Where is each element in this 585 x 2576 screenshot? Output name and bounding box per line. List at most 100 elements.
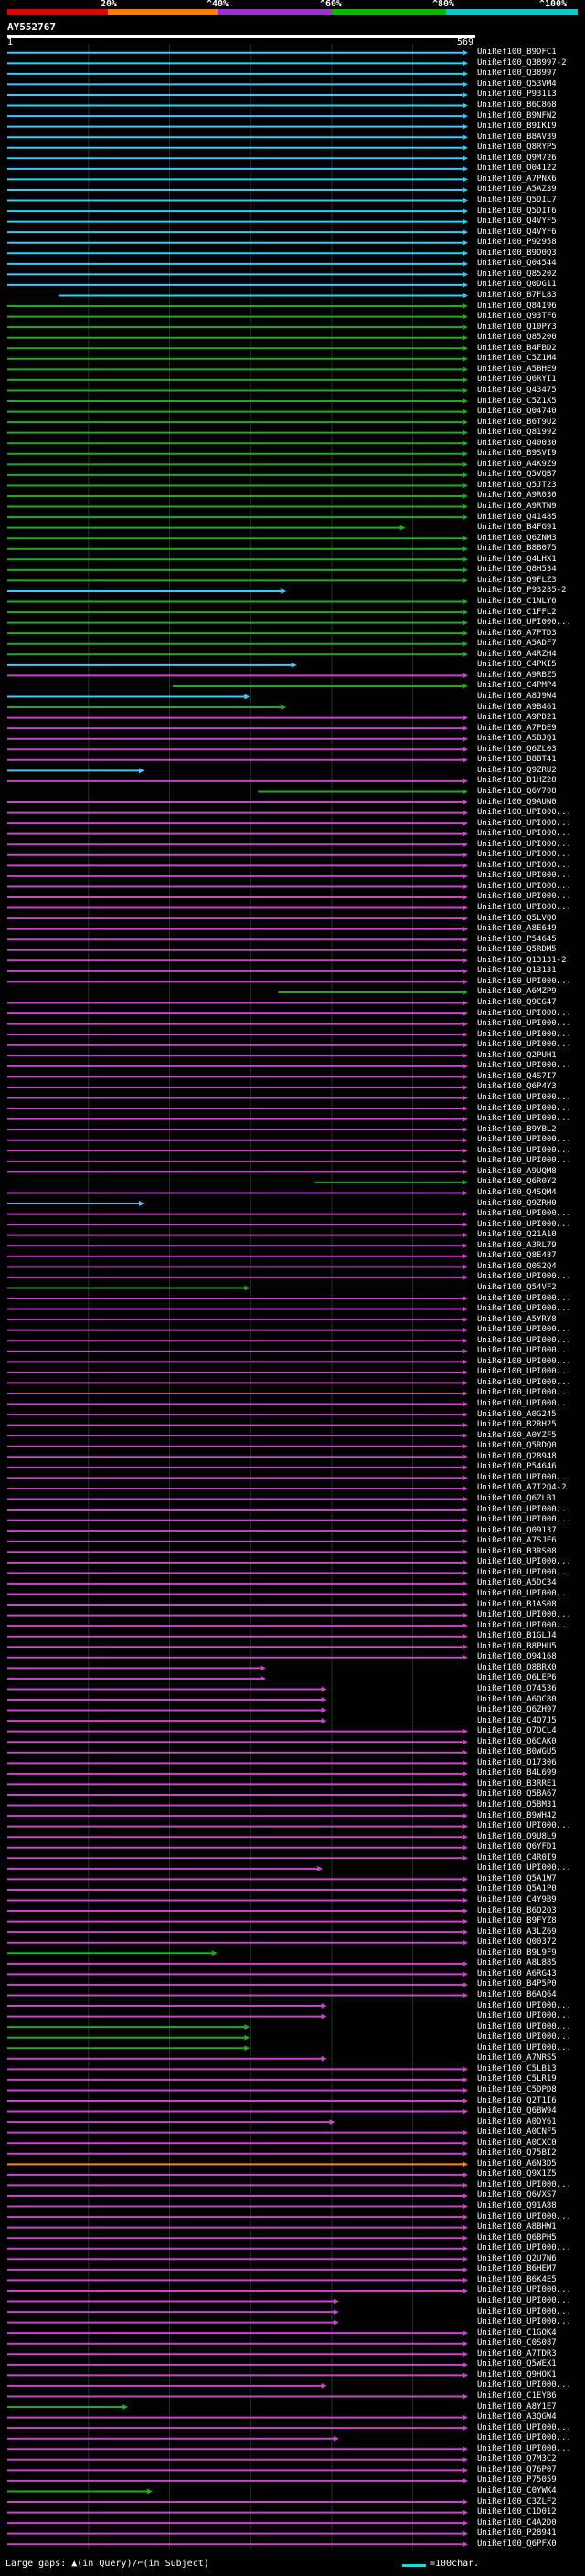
hit-label[interactable]: UniRef100_UPI000... <box>477 1062 571 1070</box>
hit-label[interactable]: UniRef100_Q81992 <box>477 429 557 437</box>
hit-label[interactable]: UniRef100_Q5LVQ0 <box>477 914 557 923</box>
hit-label[interactable]: UniRef100_B9SVI9 <box>477 450 557 458</box>
hit-label[interactable]: UniRef100_UPI000... <box>477 851 571 859</box>
hit-label[interactable]: UniRef100_Q6ZL03 <box>477 745 557 754</box>
hit-label[interactable]: UniRef100_UPI000... <box>477 1093 571 1102</box>
hit-label[interactable]: UniRef100_UPI000... <box>477 1273 571 1281</box>
hit-label[interactable]: UniRef100_UPI000... <box>477 1136 571 1144</box>
hit-label[interactable]: UniRef100_Q41485 <box>477 513 557 522</box>
hit-label[interactable]: UniRef100_Q5DIT6 <box>477 207 557 216</box>
hit-label[interactable]: UniRef100_Q6VXS7 <box>477 2191 557 2200</box>
hit-label[interactable]: UniRef100_A8J9W4 <box>477 692 557 701</box>
hit-label[interactable]: UniRef100_Q21A10 <box>477 1231 557 1239</box>
hit-label[interactable]: UniRef100_C5LR19 <box>477 2075 557 2083</box>
hit-label[interactable]: UniRef100_B4P5P0 <box>477 1980 557 1988</box>
hit-label[interactable]: UniRef100_B9NFN2 <box>477 111 557 121</box>
hit-label[interactable]: UniRef100_C5Z1X5 <box>477 397 557 406</box>
hit-label[interactable]: UniRef100_A0YZF5 <box>477 1431 557 1440</box>
hit-label[interactable]: UniRef100_UPI000... <box>477 2286 571 2295</box>
hit-label[interactable]: UniRef100_C1FFL2 <box>477 608 557 617</box>
hit-label[interactable]: UniRef100_B9YBL2 <box>477 1125 557 1134</box>
hit-label[interactable]: UniRef100_Q10PY3 <box>477 323 557 332</box>
hit-label[interactable]: UniRef100_UPI000... <box>477 1473 571 1482</box>
hit-label[interactable]: UniRef100_Q5WEX1 <box>477 2360 557 2369</box>
hit-label[interactable]: UniRef100_B6C868 <box>477 101 557 110</box>
hit-label[interactable]: UniRef100_P75059 <box>477 2476 557 2485</box>
hit-label[interactable]: UniRef100_Q6YFD1 <box>477 1843 557 1851</box>
hit-label[interactable]: UniRef100_P92958 <box>477 239 557 247</box>
hit-label[interactable]: UniRef100_A9RTN9 <box>477 503 557 511</box>
hit-label[interactable]: UniRef100_A5DC34 <box>477 1579 557 1587</box>
hit-label[interactable]: UniRef100_A0CXC0 <box>477 2138 557 2147</box>
hit-label[interactable]: UniRef100_A5YRY8 <box>477 1315 557 1324</box>
hit-label[interactable]: UniRef100_Q6PFX0 <box>477 2539 557 2549</box>
hit-label[interactable]: UniRef100_Q8E487 <box>477 1252 557 1260</box>
hit-label[interactable]: UniRef100_B9D0Q3 <box>477 249 557 258</box>
hit-label[interactable]: UniRef100_A7I2Q4-2 <box>477 1484 567 1492</box>
hit-label[interactable]: UniRef100_UPI000... <box>477 1220 571 1229</box>
hit-label[interactable]: UniRef100_Q9ZRH0 <box>477 1199 557 1208</box>
hit-label[interactable]: UniRef100_B9DFC1 <box>477 48 557 57</box>
hit-label[interactable]: UniRef100_C1NLY6 <box>477 598 557 606</box>
hit-label[interactable]: UniRef100_UPI000... <box>477 2244 571 2253</box>
hit-label[interactable]: UniRef100_Q17306 <box>477 1758 557 1767</box>
hit-label[interactable]: UniRef100_UPI000... <box>477 1009 571 1018</box>
hit-label[interactable]: UniRef100_Q2PUH1 <box>477 1051 557 1060</box>
hit-label[interactable]: UniRef100_Q09137 <box>477 1526 557 1535</box>
hit-label[interactable]: UniRef100_B1GLJ4 <box>477 1632 557 1640</box>
hit-label[interactable]: UniRef100_UPI000... <box>477 2012 571 2020</box>
hit-label[interactable]: UniRef100_Q6RYI1 <box>477 376 557 384</box>
hit-label[interactable]: UniRef100_A6N3D5 <box>477 2159 557 2168</box>
hit-label[interactable]: UniRef100_UPI000... <box>477 1041 571 1049</box>
hit-label[interactable]: UniRef100_Q6LEP6 <box>477 1674 557 1682</box>
hit-label[interactable]: UniRef100_B3RRE1 <box>477 1779 557 1788</box>
hit-label[interactable]: UniRef100_P54645 <box>477 935 557 944</box>
hit-label[interactable]: UniRef100_A9UQM8 <box>477 1167 557 1176</box>
hit-label[interactable]: UniRef100_Q4LHX1 <box>477 555 557 564</box>
hit-label[interactable]: UniRef100_UPI000... <box>477 1568 571 1577</box>
hit-label[interactable]: UniRef100_A0CNF5 <box>477 2128 557 2136</box>
hit-label[interactable]: UniRef100_UPI000... <box>477 2212 571 2221</box>
hit-label[interactable]: UniRef100_A5BHE9 <box>477 365 557 374</box>
hit-label[interactable]: UniRef100_UPI000... <box>477 1357 571 1366</box>
hit-label[interactable]: UniRef100_Q75BI2 <box>477 2149 557 2157</box>
hit-label[interactable]: UniRef100_B9FYZ8 <box>477 1917 557 1925</box>
hit-label[interactable]: UniRef100_Q2U7N6 <box>477 2254 557 2263</box>
hit-label[interactable]: UniRef100_Q7QCL4 <box>477 1727 557 1735</box>
hit-label[interactable]: UniRef100_UPI000... <box>477 1505 571 1514</box>
hit-label[interactable]: UniRef100_Q6ZH97 <box>477 1706 557 1714</box>
hit-label[interactable]: UniRef100_UPI000... <box>477 977 571 986</box>
hit-label[interactable]: UniRef100_P93113 <box>477 90 557 99</box>
hit-label[interactable]: UniRef100_A9RBZ5 <box>477 671 557 680</box>
hit-label[interactable]: UniRef100_Q13131 <box>477 967 557 975</box>
hit-label[interactable]: UniRef100_Q5A1W7 <box>477 1874 557 1883</box>
hit-label[interactable]: UniRef100_C4R0I9 <box>477 1853 557 1862</box>
hit-label[interactable]: UniRef100_UPI000... <box>477 819 571 828</box>
hit-label[interactable]: UniRef100_A6RG43 <box>477 1969 557 1978</box>
hit-label[interactable]: UniRef100_Q38997 <box>477 69 557 78</box>
hit-label[interactable]: UniRef100_UPI000... <box>477 1864 571 1872</box>
hit-label[interactable]: UniRef100_Q5RDQ0 <box>477 1442 557 1450</box>
hit-label[interactable]: UniRef100_UPI000... <box>477 1516 571 1524</box>
hit-label[interactable]: UniRef100_Q4VYF6 <box>477 228 557 237</box>
hit-label[interactable]: UniRef100_C4Q7J5 <box>477 1716 557 1725</box>
hit-label[interactable]: UniRef100_A3LZ69 <box>477 1927 557 1936</box>
hit-label[interactable]: UniRef100_B1HZ28 <box>477 777 557 785</box>
hit-label[interactable]: UniRef100_A9PD21 <box>477 714 557 722</box>
hit-label[interactable]: UniRef100_Q13131-2 <box>477 956 567 965</box>
hit-label[interactable]: UniRef100_UPI000... <box>477 2297 571 2306</box>
hit-label[interactable]: UniRef100_B8PHU5 <box>477 1642 557 1651</box>
hit-label[interactable]: UniRef100_B6T9U2 <box>477 418 557 427</box>
hit-label[interactable]: UniRef100_Q40030 <box>477 439 557 448</box>
hit-label[interactable]: UniRef100_UPI000... <box>477 1347 571 1355</box>
hit-label[interactable]: UniRef100_Q5BM31 <box>477 1801 557 1809</box>
hit-label[interactable]: UniRef100_UPI000... <box>477 2381 571 2390</box>
hit-label[interactable]: UniRef100_C3ZLF2 <box>477 2497 557 2507</box>
hit-label[interactable]: UniRef100_UPI000... <box>477 1146 571 1155</box>
hit-label[interactable]: UniRef100_UPI000... <box>477 1305 571 1313</box>
hit-label[interactable]: UniRef100_Q9M726 <box>477 154 557 163</box>
hit-label[interactable]: UniRef100_Q91A88 <box>477 2202 557 2210</box>
hit-label[interactable]: UniRef100_UPI000... <box>477 1115 571 1123</box>
hit-label[interactable]: UniRef100_C4Y9B9 <box>477 1896 557 1904</box>
hit-label[interactable]: UniRef100_UPI000... <box>477 2444 571 2454</box>
